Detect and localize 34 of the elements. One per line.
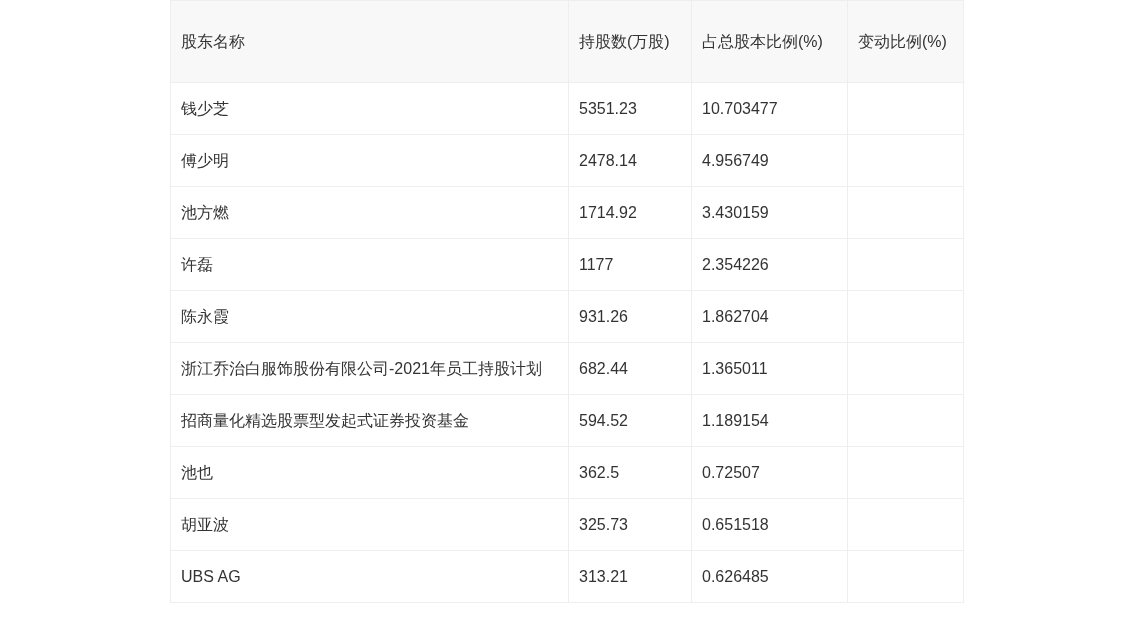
table-cell: 1.365011: [691, 342, 848, 395]
column-header: 变动比例(%): [847, 0, 964, 83]
table-cell: 1177: [568, 238, 692, 291]
table-cell: 1714.92: [568, 186, 692, 239]
table-cell: 2478.14: [568, 134, 692, 187]
table-cell: 招商量化精选股票型发起式证券投资基金: [170, 394, 569, 447]
table-cell: 1.862704: [691, 290, 848, 343]
table-cell: 胡亚波: [170, 498, 569, 551]
table-cell: 陈永霞: [170, 290, 569, 343]
table-cell: 931.26: [568, 290, 692, 343]
table-cell: 325.73: [568, 498, 692, 551]
table-cell: 10.703477: [691, 82, 848, 135]
table-cell: 许磊: [170, 238, 569, 291]
table-cell: 1.189154: [691, 394, 848, 447]
table-cell: 池也: [170, 446, 569, 499]
table-cell: 313.21: [568, 550, 692, 603]
column-header: 持股数(万股): [568, 0, 692, 83]
table-cell: 5351.23: [568, 82, 692, 135]
table-cell: UBS AG: [170, 550, 569, 603]
table-cell: 4.956749: [691, 134, 848, 187]
table-cell: 2.354226: [691, 238, 848, 291]
column-header: 占总股本比例(%): [691, 0, 848, 83]
table-cell: 362.5: [568, 446, 692, 499]
table-cell: 0.626485: [691, 550, 848, 603]
table-cell: 3.430159: [691, 186, 848, 239]
table-cell: 682.44: [568, 342, 692, 395]
table-cell: 0.651518: [691, 498, 848, 551]
table-cell: 浙江乔治白服饰股份有限公司-2021年员工持股计划: [170, 342, 569, 395]
column-header: 股东名称: [170, 0, 569, 83]
table-cell: 池方燃: [170, 186, 569, 239]
table-cell: 钱少芝: [170, 82, 569, 135]
table-cell: 傅少明: [170, 134, 569, 187]
table-cell: 594.52: [568, 394, 692, 447]
table-cell: 0.72507: [691, 446, 848, 499]
